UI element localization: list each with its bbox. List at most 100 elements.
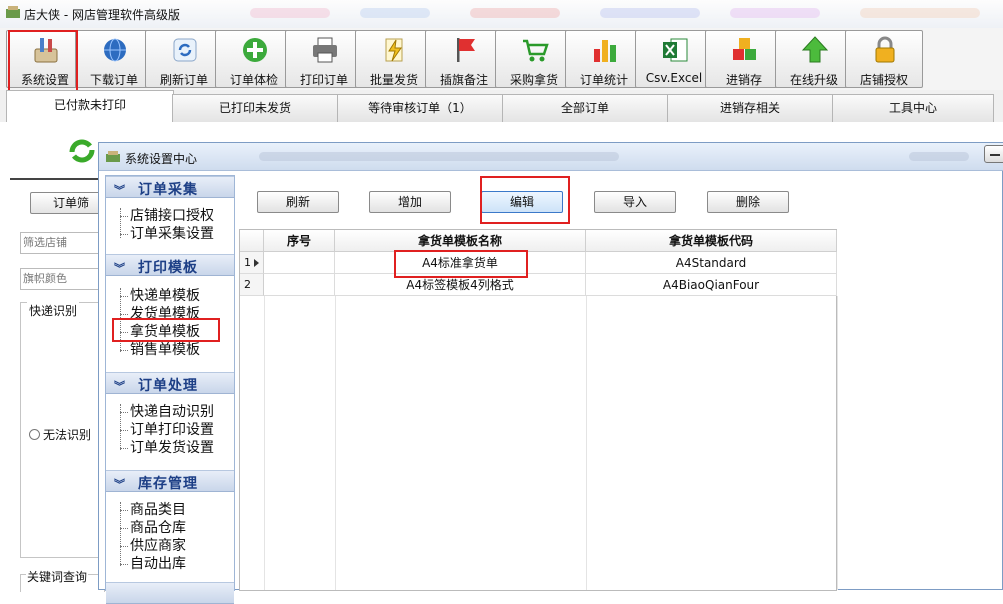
print-orders-button[interactable]: 打印订单 (285, 30, 363, 88)
add-button[interactable]: 增加 (369, 191, 451, 213)
tab-inventory[interactable]: 进销存相关 (667, 94, 833, 122)
import-button[interactable]: 导入 (594, 191, 676, 213)
refresh-orders-button[interactable]: 刷新订单 (145, 30, 223, 88)
toolbar-button-label: 订单体检 (229, 73, 278, 87)
window-title: 店大侠 - 网店管理软件高级版 (24, 8, 180, 22)
column-header-name[interactable]: 拿货单模板名称 (335, 230, 586, 252)
sidebar-item-express-template[interactable]: 快递单模板 (120, 288, 200, 304)
table-cell-name[interactable]: A4标签模板4列格式 (335, 274, 586, 296)
tab-paid-unprinted[interactable]: 已付款未打印 (6, 90, 174, 122)
row-selector[interactable]: 1 (240, 252, 264, 274)
sidebar-item-sales-template[interactable]: 销售单模板 (120, 342, 200, 358)
tab-all-orders[interactable]: 全部订单 (502, 94, 668, 122)
sidebar-item-invoice-template[interactable]: 发货单模板 (120, 306, 200, 322)
refresh-button[interactable]: 刷新 (257, 191, 339, 213)
app-logo-icon (6, 6, 20, 18)
sidebar-item-suppliers[interactable]: 供应商家 (120, 538, 186, 554)
sidebar-item-shop-auth[interactable]: 店铺接口授权 (120, 208, 214, 224)
group-title: 快递识别 (27, 302, 80, 319)
unrecognized-radio[interactable] (29, 429, 40, 440)
toolbar-button-label: 批量发货 (369, 73, 418, 87)
sidebar-item-categories[interactable]: 商品类目 (120, 502, 186, 518)
lightning-doc-icon (385, 38, 403, 62)
row-selector[interactable]: 2 (240, 274, 264, 296)
sidebar-item-ship-settings[interactable]: 订单发货设置 (120, 440, 214, 456)
refresh-icon (173, 38, 197, 62)
settings-sidebar: ︾ 订单采集 店铺接口授权 订单采集设置 ︾ 打印模板 快递单模板 发货单模板 … (105, 175, 235, 604)
sidebar-item-auto-outbound[interactable]: 自动出库 (120, 556, 186, 572)
table-cell-code[interactable]: A4BiaoQianFour (586, 274, 837, 296)
order-stats-button[interactable]: 订单统计 (565, 30, 643, 88)
cubes-icon (733, 38, 756, 60)
batch-ship-button[interactable]: 批量发货 (355, 30, 433, 88)
tab-tools[interactable]: 工具中心 (832, 94, 994, 122)
divider (10, 178, 105, 180)
tab-pending-review[interactable]: 等待审核订单（1） (337, 94, 503, 122)
table-cell-code[interactable]: A4Standard (586, 252, 837, 274)
section-order-process[interactable]: ︾ 订单处理 (106, 372, 234, 394)
section-order-collect[interactable]: ︾ 订单采集 (106, 176, 234, 198)
bar-chart-icon (594, 40, 616, 62)
csv-excel-button[interactable]: Csv.Excel (635, 30, 713, 88)
toolbar-button-label: Csv.Excel (645, 71, 703, 85)
radio-label: 无法识别 (43, 428, 92, 442)
dialog-title: 系统设置中心 (125, 152, 198, 166)
flag-note-button[interactable]: 插旗备注 (425, 30, 503, 88)
table-cell-seq[interactable] (264, 274, 335, 296)
section-more[interactable] (106, 582, 234, 604)
inventory-button[interactable]: 进销存 (705, 30, 783, 88)
toolbar-button-label: 订单统计 (579, 73, 628, 87)
toolbar-button-label: 刷新订单 (159, 73, 208, 87)
column-header-code[interactable]: 拿货单模板代码 (586, 230, 837, 252)
online-upgrade-button[interactable]: 在线升级 (775, 30, 853, 88)
toolbar-button-label: 采购拿货 (509, 73, 558, 87)
row-number: 2 (244, 278, 251, 291)
row-number: 1 (244, 256, 251, 269)
order-check-button[interactable]: 订单体检 (215, 30, 293, 88)
section-title: 订单处理 (138, 378, 198, 394)
minimize-button[interactable] (984, 145, 1003, 163)
section-title: 订单采集 (138, 182, 198, 198)
purchase-goods-button[interactable]: 采购拿货 (495, 30, 573, 88)
express-recognition-group: 快递识别 无法识别 (20, 302, 105, 558)
refresh-icon[interactable] (66, 136, 98, 166)
chevron-up-icon: ︾ (114, 184, 125, 197)
section-print-template[interactable]: ︾ 打印模板 (106, 254, 234, 276)
app-logo-icon (106, 151, 120, 162)
toolbar-button-label: 打印订单 (299, 73, 348, 87)
cart-icon (523, 39, 549, 62)
order-filter-button[interactable]: 订单筛 (30, 192, 105, 214)
keyword-query-label: 关键词查询 (26, 568, 89, 585)
row-header-corner (240, 230, 264, 252)
main-toolbar: 系统设置 下载订单 刷新订单 订单体检 打印订单 批量发货 插旗备注 采购拿货 … (0, 28, 1003, 90)
chevron-up-icon: ︾ (114, 262, 125, 275)
download-orders-button[interactable]: 下载订单 (75, 30, 153, 88)
shop-filter-input[interactable]: 筛选店铺 (20, 232, 105, 254)
excel-icon (663, 38, 688, 62)
section-inventory[interactable]: ︾ 库存管理 (106, 470, 234, 492)
toolbar-button-label: 进销存 (725, 73, 762, 87)
flag-color-select[interactable]: 旗帜颜色 (20, 268, 105, 290)
system-settings-dialog: 系统设置中心 ︾ 订单采集 店铺接口授权 订单采集设置 ︾ 打印模板 快递单模板… (98, 142, 1003, 604)
main-tab-bar: 已付款未打印 已打印未发货 等待审核订单（1） 全部订单 进销存相关 工具中心 (0, 90, 1003, 122)
edit-button[interactable]: 编辑 (481, 191, 563, 213)
sidebar-item-auto-express[interactable]: 快递自动识别 (120, 404, 214, 420)
tab-printed-unshipped[interactable]: 已打印未发货 (172, 94, 338, 122)
chevron-up-icon: ︾ (114, 380, 125, 393)
printer-icon (313, 37, 337, 63)
plus-circle-icon (243, 38, 267, 62)
up-arrow-icon (801, 36, 829, 63)
table-cell-seq[interactable] (264, 252, 335, 274)
download-globe-icon (104, 38, 126, 62)
order-filter-panel: 订单筛 筛选店铺 旗帜颜色 快递识别 无法识别 关键词查询 (0, 122, 105, 592)
sidebar-item-warehouse[interactable]: 商品仓库 (120, 520, 186, 536)
system-settings-button[interactable]: 系统设置 (6, 30, 84, 88)
column-header-seq[interactable]: 序号 (264, 230, 335, 252)
shop-auth-button[interactable]: 店铺授权 (845, 30, 923, 88)
chevron-up-icon: ︾ (114, 478, 125, 491)
delete-button[interactable]: 删除 (707, 191, 789, 213)
table-cell-name[interactable]: A4标准拿货单 (335, 252, 586, 274)
sidebar-item-collect-settings[interactable]: 订单采集设置 (120, 226, 214, 242)
sidebar-item-pick-template[interactable]: 拿货单模板 (120, 324, 200, 340)
sidebar-item-print-settings[interactable]: 订单打印设置 (120, 422, 214, 438)
